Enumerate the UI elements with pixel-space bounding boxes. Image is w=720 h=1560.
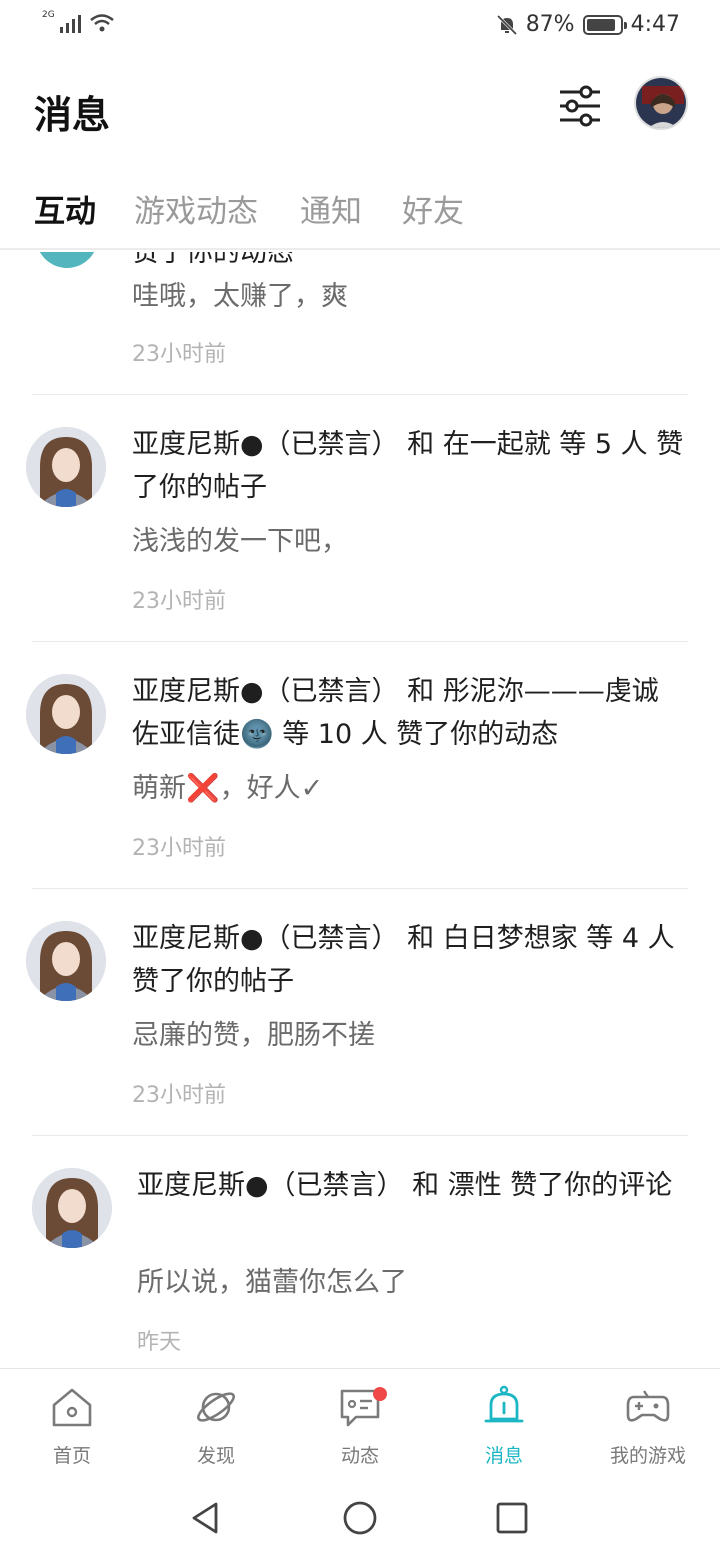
nav-my-games[interactable]: 我的游戏 — [576, 1369, 720, 1477]
list-item[interactable]: 亚度尼斯●（已禁言） 和 漂性 赞了你的评论 所以说，猫蕾你怎么了 昨天 — [0, 1136, 720, 1368]
item-time: 23小时前 — [132, 836, 226, 861]
nav-label: 消息 — [484, 1445, 523, 1467]
wifi-icon — [89, 14, 114, 32]
tab-notifications[interactable]: 通知 — [300, 186, 362, 231]
avatar[interactable] — [26, 427, 106, 507]
nav-home[interactable]: 首页 — [0, 1369, 144, 1477]
nav-messages[interactable]: 消息 — [432, 1369, 576, 1477]
avatar[interactable] — [36, 252, 98, 268]
item-content: 浅浅的发一下吧， — [132, 526, 348, 557]
item-time: 23小时前 — [132, 1083, 226, 1108]
nav-label: 动态 — [340, 1445, 379, 1467]
item-time: 23小时前 — [132, 589, 226, 614]
item-title: 赞了你的动态 — [132, 252, 294, 268]
item-title: 亚度尼斯●（已禁言） 和 漂性 赞了你的评论 — [137, 1170, 673, 1201]
home-circle-icon[interactable] — [342, 1500, 378, 1536]
tab-friends[interactable]: 好友 — [402, 186, 464, 231]
item-time: 23小时前 — [132, 342, 226, 367]
notification-badge — [373, 1387, 387, 1401]
bottom-nav: 首页 发现 动态 消息 我的游戏 — [0, 1368, 720, 1476]
avatar-image — [26, 674, 106, 754]
item-content: 忌廉的赞，肥肠不搓 — [132, 1020, 375, 1051]
item-content: 萌新❌，好人✓ — [132, 773, 324, 804]
tab-bar: 互动 游戏动态 通知 好友 — [0, 180, 720, 250]
gamepad-icon — [626, 1390, 670, 1422]
filter-icon — [560, 85, 600, 127]
list-item[interactable]: 赞了你的动态 哇哦，太赚了，爽 23小时前 — [0, 252, 720, 394]
item-content: 所以说，猫蕾你怎么了 — [137, 1267, 407, 1298]
avatar-image — [32, 1168, 112, 1248]
home-icon — [52, 1388, 92, 1427]
item-title: 亚度尼斯●（已禁言） 和 彤泥沵———虔诚佐亚信徒🌚 等 10 人 赞了你的动态 — [132, 676, 659, 750]
battery-percent: 87% — [525, 12, 575, 37]
battery-fill — [586, 18, 615, 31]
list-item[interactable]: 亚度尼斯●（已禁言） 和 彤泥沵———虔诚佐亚信徒🌚 等 10 人 赞了你的动态… — [0, 642, 720, 888]
battery-icon — [582, 14, 627, 35]
mute-bell-icon — [496, 14, 517, 35]
clock: 4:47 — [630, 12, 680, 37]
item-content: 哇哦，太赚了，爽 — [132, 281, 348, 312]
system-nav — [0, 1476, 720, 1560]
avatar-image — [26, 921, 106, 1001]
message-list[interactable]: 赞了你的动态 哇哦，太赚了，爽 23小时前 亚度尼斯●（已禁言） 和 在一起就 … — [0, 252, 720, 1368]
nav-label: 我的游戏 — [609, 1445, 686, 1467]
avatar[interactable] — [32, 1168, 112, 1248]
header: 消息 — [0, 60, 720, 160]
item-time: 昨天 — [137, 1330, 182, 1355]
nav-discover[interactable]: 发现 — [144, 1369, 288, 1477]
list-item[interactable]: 亚度尼斯●（已禁言） 和 在一起就 等 5 人 赞了你的帖子 浅浅的发一下吧， … — [0, 395, 720, 641]
nav-feed[interactable]: 动态 — [288, 1369, 432, 1477]
item-title: 亚度尼斯●（已禁言） 和 白日梦想家 等 4 人 赞了你的帖子 — [132, 923, 675, 997]
filter-button[interactable] — [556, 82, 604, 130]
back-icon[interactable] — [188, 1500, 224, 1536]
item-title: 亚度尼斯●（已禁言） 和 在一起就 等 5 人 赞了你的帖子 — [132, 429, 684, 503]
signal-icon — [59, 15, 81, 33]
planet-icon — [197, 1392, 235, 1422]
avatar-image — [26, 427, 106, 507]
tab-game-updates[interactable]: 游戏动态 — [134, 186, 258, 231]
nav-label: 发现 — [196, 1445, 235, 1467]
avatar-image — [636, 78, 686, 128]
avatar[interactable] — [26, 921, 106, 1001]
page-title: 消息 — [34, 93, 111, 137]
tab-interaction[interactable]: 互动 — [34, 186, 96, 231]
status-bar: 2G 87% 4:47 — [0, 0, 720, 52]
nav-label: 首页 — [52, 1445, 91, 1467]
recents-icon[interactable] — [494, 1500, 530, 1536]
status-right: 87% 4:47 — [496, 12, 680, 37]
status-left: 2G — [42, 10, 115, 34]
avatar[interactable] — [26, 674, 106, 754]
avatar[interactable] — [634, 76, 688, 130]
bell-icon — [484, 1385, 524, 1423]
list-item[interactable]: 亚度尼斯●（已禁言） 和 白日梦想家 等 4 人 赞了你的帖子 忌廉的赞，肥肠不… — [0, 889, 720, 1135]
network-type: 2G — [42, 10, 55, 20]
